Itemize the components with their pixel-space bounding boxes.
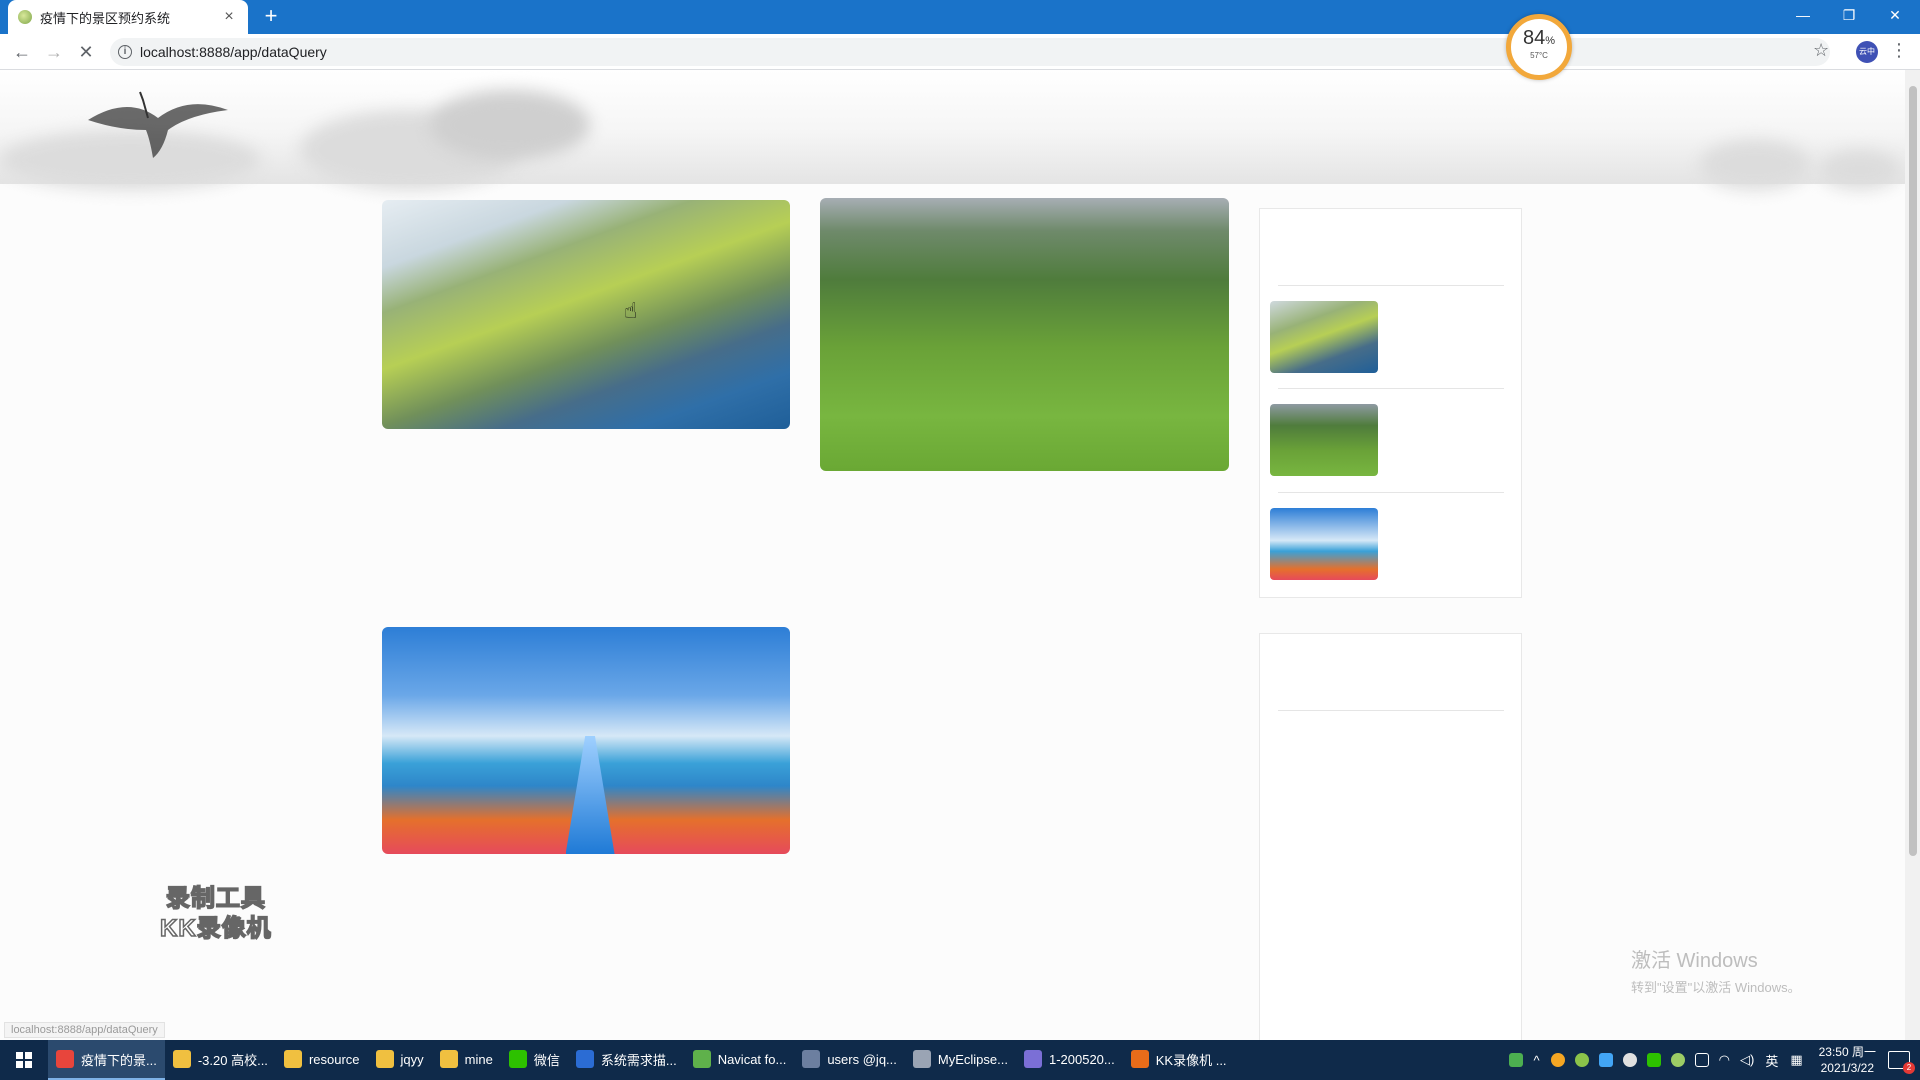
taskbar-item[interactable]: Navicat fo... [685,1040,795,1080]
meadow-image[interactable] [820,198,1229,471]
park-aerial-image[interactable] [382,200,790,429]
taskbar-item-label: -3.20 高校... [197,1052,268,1068]
taskbar-item-label: MyEclipse... [937,1051,1008,1067]
taskbar-item-label: 系统需求描... [600,1052,677,1068]
header-banner [0,70,1905,190]
taskbar-item-label: mine [464,1051,493,1067]
restore-button[interactable]: ❐ [1826,0,1872,30]
wechat-icon [508,1050,527,1068]
taskbar-item-label: users @jq... [827,1051,897,1067]
taskbar-item[interactable]: MyEclipse... [905,1040,1016,1080]
browser-titlebar: 疫情下的景区预约系统 × + — ❐ ✕ [0,0,1920,34]
forward-arrow-icon[interactable]: → [42,40,66,64]
status-url: localhost:8888/app/dataQuery [4,1022,165,1038]
address-bar[interactable]: i localhost:8888/app/dataQuery [110,38,1830,66]
new-tab-button[interactable]: + [258,4,284,30]
taskbar-item[interactable]: 疫情下的景... [48,1040,165,1080]
address-url[interactable]: localhost:8888/app/dataQuery [140,44,327,60]
tab-title: 疫情下的景区预约系统 [40,10,171,26]
system-tray: ^ ◠ ◁) 英 ▦ 23:50 周一 2021/3/22 2 [1504,1040,1920,1080]
crane-illustration-icon [88,91,228,158]
network-icon[interactable] [1694,1053,1709,1067]
wechat-tray-icon[interactable] [1670,1053,1685,1067]
folder-icon [375,1050,394,1068]
navicat-icon [692,1050,711,1068]
tab-favicon-icon [18,10,32,24]
taskbar-item-label: 1-200520... [1048,1051,1115,1067]
tab-close-icon[interactable]: × [220,8,238,26]
taskbar-item-label: 疫情下的景... [81,1052,157,1068]
sidebar-thumb-slide[interactable] [1270,508,1378,580]
folder-icon [439,1050,458,1068]
taskbar-item-label: 微信 [533,1052,560,1068]
taskbar-item[interactable]: users @jq... [794,1040,905,1080]
tray-expand-icon[interactable]: ^ [1534,1053,1540,1068]
table-icon [802,1050,821,1068]
taskbar-item[interactable]: 微信 [501,1040,568,1080]
chrome-icon [56,1050,74,1068]
recorder-watermark: 录制工具 KK录像机 [159,884,272,943]
app-icon [1023,1050,1042,1068]
eclipse-icon [912,1050,931,1068]
wifi-icon[interactable]: ◠ [1719,1052,1730,1068]
water-slide-image[interactable] [382,627,790,854]
close-window-button[interactable]: ✕ [1872,0,1918,30]
page-content: ☝ 录制工具 KK录像机 激活 Windows 转到"设置"以激活 Window… [0,70,1905,1040]
browser-toolbar: ← → ✕ i localhost:8888/app/dataQuery ☆ 云… [0,34,1920,70]
taskbar-item-label: jqyy [400,1051,424,1067]
sidebar-second-box [1259,633,1522,1040]
browser-menu-icon[interactable]: ⋮ [1890,40,1908,61]
hand-cursor-icon: ☝ [624,298,638,323]
keyboard-icon[interactable]: ▦ [1790,1052,1802,1068]
battery-icon[interactable] [1508,1053,1523,1067]
volume-icon[interactable]: ◁) [1740,1052,1754,1068]
windows-taskbar: 疫情下的景... -3.20 高校... resource jqyy mine 微信 系统需… [0,1040,1920,1080]
scrollbar-thumb[interactable] [1909,86,1917,856]
taskbar-item[interactable]: resource [276,1040,368,1080]
taskbar-item[interactable]: jqyy [368,1040,432,1080]
tray-app-icon-3[interactable] [1598,1053,1613,1067]
tray-app-icon-4[interactable] [1622,1053,1637,1067]
folder-icon [283,1050,302,1068]
taskbar-item[interactable]: 系统需求描... [568,1040,685,1080]
notification-icon[interactable]: 2 [1888,1051,1915,1074]
folder-icon [172,1050,191,1068]
recorder-icon [1130,1050,1149,1068]
tray-app-icon-5[interactable] [1646,1053,1661,1067]
bookmark-star-icon[interactable]: ☆ [1813,40,1829,61]
back-arrow-icon[interactable]: ← [10,40,34,64]
taskbar-item[interactable]: 1-200520... [1016,1040,1123,1080]
site-info-icon[interactable]: i [118,45,132,59]
taskbar-item[interactable]: mine [432,1040,501,1080]
windows-start-icon[interactable] [0,1040,48,1080]
word-icon [575,1050,594,1068]
tray-app-icon[interactable] [1550,1053,1565,1067]
stop-loading-icon[interactable]: ✕ [74,40,98,64]
browser-tab[interactable]: 疫情下的景区预约系统 × [8,0,248,34]
sidebar-thumb-meadow[interactable] [1270,404,1378,476]
taskbar-item-label: resource [308,1051,360,1067]
ime-indicator[interactable]: 英 [1765,1051,1778,1070]
taskbar-item[interactable]: KK录像机 ... [1123,1040,1235,1080]
profile-avatar[interactable]: 云中 [1856,41,1878,63]
activate-windows-notice: 激活 Windows 转到"设置"以激活 Windows。 [1631,950,1801,995]
page-scrollbar[interactable] [1905,70,1920,1040]
sidebar-recommend-box [1259,208,1522,598]
clock[interactable]: 23:50 周一 2021/3/22 [1819,1044,1876,1076]
tray-app-icon-2[interactable] [1574,1053,1589,1067]
taskbar-item[interactable]: -3.20 高校... [165,1040,276,1080]
taskbar-item-label: KK录像机 ... [1155,1052,1227,1068]
sidebar-thumb-park[interactable] [1270,301,1378,373]
cpu-usage-gauge[interactable]: 84% 57°C [1506,14,1572,80]
minimize-button[interactable]: — [1780,0,1826,30]
taskbar-item-label: Navicat fo... [717,1051,787,1067]
